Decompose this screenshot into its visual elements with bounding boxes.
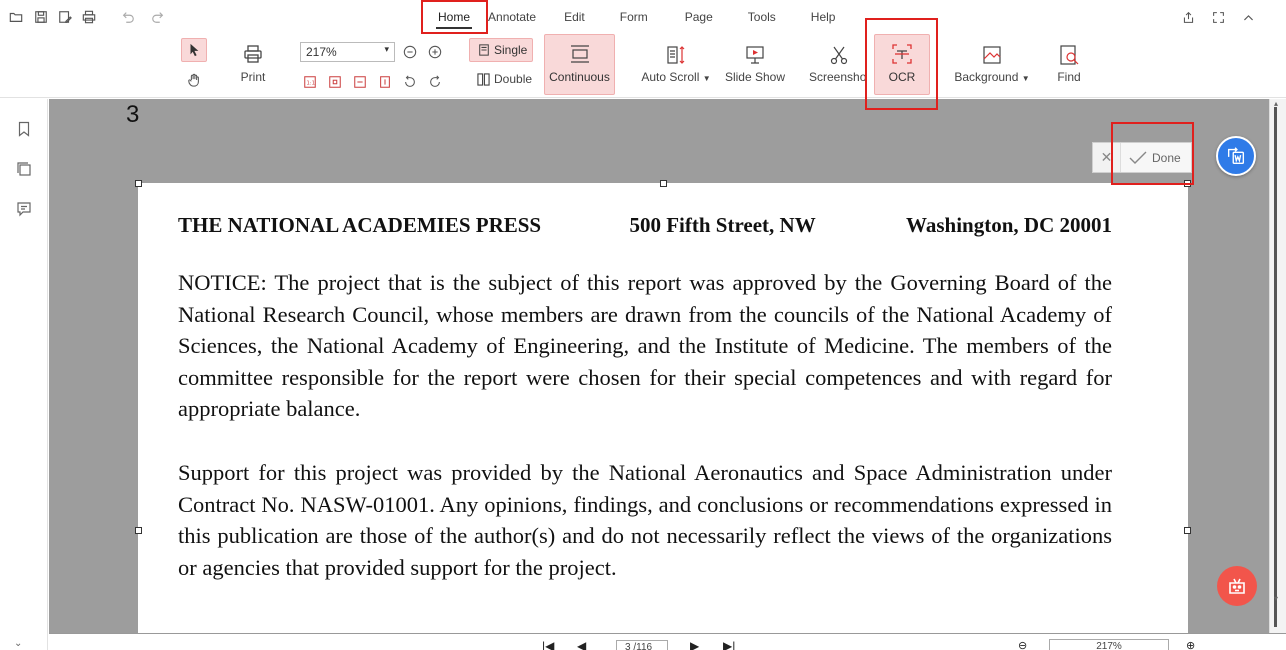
select-tool-button[interactable] [181,38,207,62]
fit-visible-icon[interactable] [378,75,392,89]
press-name: THE NATIONAL ACADEMIES PRESS [178,213,542,237]
zoom-in-icon[interactable]: ⊕ [1186,640,1195,650]
document-page[interactable]: THE NATIONAL ACADEMIES PRESS 500 Fifth S… [138,183,1188,633]
tab-home[interactable]: Home [424,0,484,34]
selection-handle[interactable] [135,180,142,187]
find-button[interactable]: Find [1054,44,1084,84]
menu-bar: Home Annotate Edit Form Page Tools Help [0,0,1286,34]
document-viewer[interactable]: 3 THE NATIONAL ACADEMIES PRESS 500 Fifth… [49,99,1269,633]
single-page-button[interactable]: Single [469,38,533,62]
svg-text:1:1: 1:1 [307,81,315,87]
print-label: Print [240,70,266,84]
page-input[interactable]: 3 /116 [616,640,668,650]
double-label: Double [494,72,533,86]
vertical-scrollbar[interactable]: ▴ ▾ [1269,99,1286,633]
double-page-button[interactable]: Double [477,72,532,86]
zoom-out-icon[interactable]: ⊖ [1018,640,1027,650]
zoom-select[interactable]: 217% ▾ [300,42,395,62]
tab-page[interactable]: Page [671,0,734,34]
robot-icon [1229,578,1245,594]
save-icon[interactable] [33,9,49,25]
zoom-out-icon[interactable] [403,45,417,59]
zoom-value: 217% [306,45,337,59]
collapse-ribbon-icon[interactable] [1240,9,1256,25]
ai-assistant-button[interactable] [1217,566,1257,606]
open-folder-icon[interactable] [8,9,24,25]
bookmark-icon[interactable] [15,120,33,138]
notice-paragraph: NOTICE: The project that is the subject … [178,270,1112,422]
actual-size-icon[interactable]: 1:1 [303,75,317,89]
chevron-down-icon[interactable]: ⌄ [14,638,22,649]
next-page-icon[interactable]: ▶ [690,640,699,650]
find-label: Find [1057,70,1081,84]
first-page-icon[interactable]: |◀ [542,640,554,650]
continuous-label: Continuous [549,70,610,84]
caret-down-icon: ▼ [1021,74,1030,83]
convert-word-icon [1227,147,1245,165]
redo-icon[interactable] [150,9,166,25]
screenshot-label: Screensho [809,70,867,84]
tab-annotate[interactable]: Annotate [484,0,550,34]
rotate-left-icon[interactable] [403,75,417,89]
tab-help[interactable]: Help [797,0,850,34]
print-quick-icon[interactable] [81,9,97,25]
ocr-label: OCR [888,70,916,84]
background-label: Background [954,70,1019,84]
menu-tabs: Home Annotate Edit Form Page Tools Help [424,0,849,34]
screenshot-button[interactable]: Screensho [809,44,869,84]
page-number-label: 3 [126,101,140,128]
hand-tool-icon[interactable] [187,73,201,87]
selection-handle[interactable] [135,527,142,534]
last-page-icon[interactable]: ▶| [723,640,735,650]
zoom-level-box[interactable]: 217% [1049,639,1169,650]
caret-down-icon: ▼ [702,74,711,83]
scroll-thumb[interactable] [1274,107,1277,627]
fullscreen-icon[interactable] [1210,9,1226,25]
support-paragraph: Support for this project was provided by… [178,459,1112,580]
tab-tools[interactable]: Tools [734,0,797,34]
page-indicator: 3 /116 [625,642,653,650]
selection-handle[interactable] [660,180,667,187]
fit-width-icon[interactable] [353,75,367,89]
slide-show-label: Slide Show [724,70,786,84]
fit-page-icon[interactable] [328,75,342,89]
done-button[interactable]: Done [1121,143,1191,172]
status-bar: |◀ ◀ 3 /116 ▶ ▶| ⊖ 217% ⊕ [49,633,1286,650]
scroll-down-icon[interactable]: ▾ [1274,594,1278,603]
selection-handle[interactable] [1184,527,1191,534]
print-button[interactable]: Print [236,44,270,84]
chevron-down-icon: ▾ [384,44,389,54]
prev-page-icon[interactable]: ◀ [577,640,586,650]
ribbon-toolbar: Print 217% ▾ 1:1 Single Double Continuou… [0,34,1286,98]
ocr-button[interactable]: OCR [874,34,930,95]
zoom-in-icon[interactable] [428,45,442,59]
undo-icon[interactable] [120,9,136,25]
left-sidebar [0,99,48,650]
press-header: THE NATIONAL ACADEMIES PRESS 500 Fifth S… [178,213,1112,238]
press-street: 500 Fifth Street, NW [629,213,816,237]
done-label: Done [1152,150,1181,165]
thumbnails-icon[interactable] [15,160,33,178]
page-text-block: THE NATIONAL ACADEMIES PRESS 500 Fifth S… [178,213,1112,583]
window-controls [1180,9,1256,25]
background-button[interactable]: Background ▼ [953,44,1031,84]
share-icon[interactable] [1180,9,1196,25]
check-icon [1129,151,1147,164]
press-city: Washington, DC 20001 [906,213,1112,237]
tab-edit[interactable]: Edit [550,0,606,34]
cancel-selection-icon[interactable]: ✕ [1093,143,1121,172]
zoom-level: 217% [1096,641,1122,650]
slide-show-button[interactable]: Slide Show [724,44,786,84]
ocr-selection-actions: ✕ Done [1092,142,1192,173]
convert-to-word-button[interactable] [1216,136,1256,176]
auto-scroll-button[interactable]: Auto Scroll ▼ [640,44,712,84]
save-as-icon[interactable] [57,9,73,25]
single-label: Single [494,43,528,57]
tab-form[interactable]: Form [606,0,671,34]
auto-scroll-label: Auto Scroll [641,70,700,84]
rotate-right-icon[interactable] [428,75,442,89]
continuous-button[interactable]: Continuous [544,34,615,95]
selection-handle[interactable] [1184,180,1191,187]
comments-icon[interactable] [15,200,33,218]
